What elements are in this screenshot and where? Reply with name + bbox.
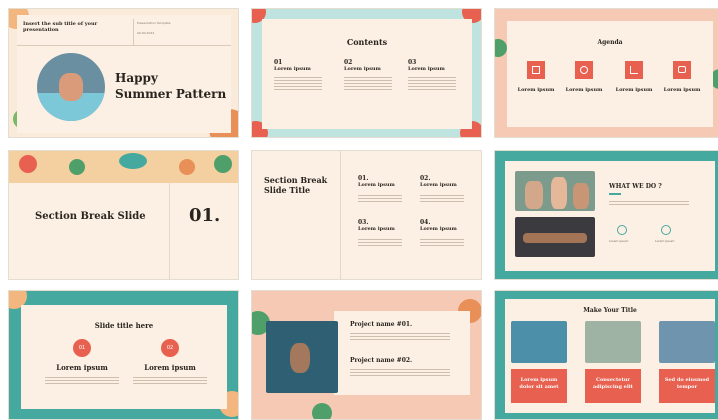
contents-item: 03 Lorem ipsum [408, 59, 456, 90]
slide-title: WHAT WE DO ? [609, 183, 662, 190]
slide-thumbnail-6[interactable]: WHAT WE DO ? Lorem ipsum Lorem ipsum [494, 150, 718, 280]
card-photo [511, 321, 567, 363]
feature-icon [661, 225, 671, 235]
slide-panel: Make Your Title Lorem ipsum dolor sit am… [505, 299, 715, 413]
divider [133, 19, 134, 45]
slide-thumbnail-5[interactable]: Section Break Slide Title 01. Lorem ipsu… [251, 150, 482, 280]
pattern-decoration [312, 403, 332, 419]
divider [17, 45, 231, 46]
card-photo [659, 321, 715, 363]
card-photo [585, 321, 641, 363]
slide-meta: Presentation Template [137, 21, 171, 25]
item-label: Lorem ipsum [408, 66, 445, 72]
circle-photo [37, 53, 105, 121]
pattern-band [9, 151, 238, 183]
slide-date: 00.00.2024 [137, 31, 155, 35]
slide-thumbnail-2[interactable]: Contents 01 Lorem ipsum 02 Lorem ipsum 0… [251, 8, 482, 138]
slide-panel: Insert the sub title of your presentatio… [17, 15, 231, 133]
agenda-item-label: Lorem ipsum [565, 87, 603, 93]
slide-panel: WHAT WE DO ? Lorem ipsum Lorem ipsum [505, 161, 715, 271]
item-label: Lorem ipsum [420, 182, 457, 188]
slide-thumbnail-1[interactable]: Insert the sub title of your presentatio… [8, 8, 239, 138]
slide-thumbnail-7[interactable]: Slide title here 01 02 Lorem ipsum Lorem… [8, 290, 239, 420]
item-label: Lorem ipsum [358, 226, 395, 232]
slide-thumbnail-8[interactable]: Project name #01. Project name #02. [251, 290, 482, 420]
agenda-item-label: Lorem ipsum [663, 87, 701, 93]
section-item: 04. Lorem ipsum [420, 219, 464, 246]
divider [340, 151, 341, 279]
slide-thumbnail-9[interactable]: Make Your Title Lorem ipsum dolor sit am… [494, 290, 718, 420]
slide-thumbnail-3[interactable]: Agenda Lorem ipsum Lorem ipsum Lorem ips… [494, 8, 718, 138]
card-label: Lorem ipsum dolor sit amet [519, 377, 559, 390]
card-caption: Lorem ipsum dolor sit amet [511, 369, 567, 403]
feature-label: Lorem ipsum [655, 239, 675, 243]
slide-title: Agenda [597, 39, 623, 46]
slide-panel: Contents 01 Lorem ipsum 02 Lorem ipsum 0… [262, 19, 472, 129]
section-item: 02. Lorem ipsum [420, 175, 464, 202]
divider [169, 183, 170, 279]
dinner-photo [515, 217, 595, 257]
item-number: 01. [358, 175, 369, 182]
agenda-icon-2 [575, 61, 593, 79]
item-label: Lorem ipsum [144, 363, 196, 372]
slide-title: Slide title here [94, 321, 154, 330]
slide-thumbnail-4[interactable]: Section Break Slide 01. [8, 150, 239, 280]
slide-panel: Agenda Lorem ipsum Lorem ipsum Lorem ips… [507, 21, 713, 127]
slide-title: Contents [346, 37, 388, 47]
project-title: Project name #01. [350, 321, 413, 328]
agenda-icon-1 [527, 61, 545, 79]
agenda-item-label: Lorem ipsum [615, 87, 653, 93]
contents-item: 02 Lorem ipsum [344, 59, 392, 90]
slide-panel: Section Break Slide 01. [9, 183, 238, 279]
feature-icon [617, 225, 627, 235]
item-label: Lorem ipsum [344, 66, 381, 72]
section-item: 03. Lorem ipsum [358, 219, 402, 246]
item-number: 03 [408, 59, 417, 66]
slide-subtitle: Insert the sub title of your presentatio… [23, 21, 98, 33]
slide-panel: Slide title here 01 02 Lorem ipsum Lorem… [21, 305, 227, 409]
contents-item: 01 Lorem ipsum [274, 59, 322, 90]
agenda-icon-4 [673, 61, 691, 79]
item-number: 04. [420, 219, 431, 226]
item-number: 03. [358, 219, 369, 226]
item-number: 02 [344, 59, 353, 66]
feature-label: Lorem ipsum [609, 239, 629, 243]
slide-title: Make Your Title [583, 307, 637, 314]
section-item: 01. Lorem ipsum [358, 175, 402, 202]
item-label: Lorem ipsum [358, 182, 395, 188]
slide-title-line1: Section Break [264, 175, 328, 185]
number-badge: 01 [73, 339, 91, 357]
agenda-icon-3 [625, 61, 643, 79]
slide-title-line1: Happy [115, 71, 158, 85]
swimmer-photo [266, 321, 338, 393]
card-label: Sed do eiusmod tempor [664, 377, 710, 390]
agenda-item-label: Lorem ipsum [517, 87, 555, 93]
project-title: Project name #02. [350, 357, 413, 364]
slide-title-line2: Slide Title [264, 185, 311, 195]
item-number: 01 [274, 59, 283, 66]
slide-title: Section Break Slide [35, 211, 146, 222]
card-label: Consectetur adipiscing elit [593, 377, 633, 390]
card-caption: Consectetur adipiscing elit [585, 369, 641, 403]
number-badge: 02 [161, 339, 179, 357]
slide-panel: Project name #01. Project name #02. [334, 311, 470, 395]
slide-title-line2: Summer Pattern [115, 87, 227, 101]
accent-bar [609, 193, 621, 195]
item-label: Lorem ipsum [56, 363, 108, 372]
item-number: 02. [420, 175, 431, 182]
item-label: Lorem ipsum [274, 66, 311, 72]
item-label: Lorem ipsum [420, 226, 457, 232]
pattern-decoration [495, 39, 507, 57]
group-photo [515, 171, 595, 211]
section-number: 01. [189, 205, 221, 226]
card-caption: Sed do eiusmod tempor [659, 369, 715, 403]
